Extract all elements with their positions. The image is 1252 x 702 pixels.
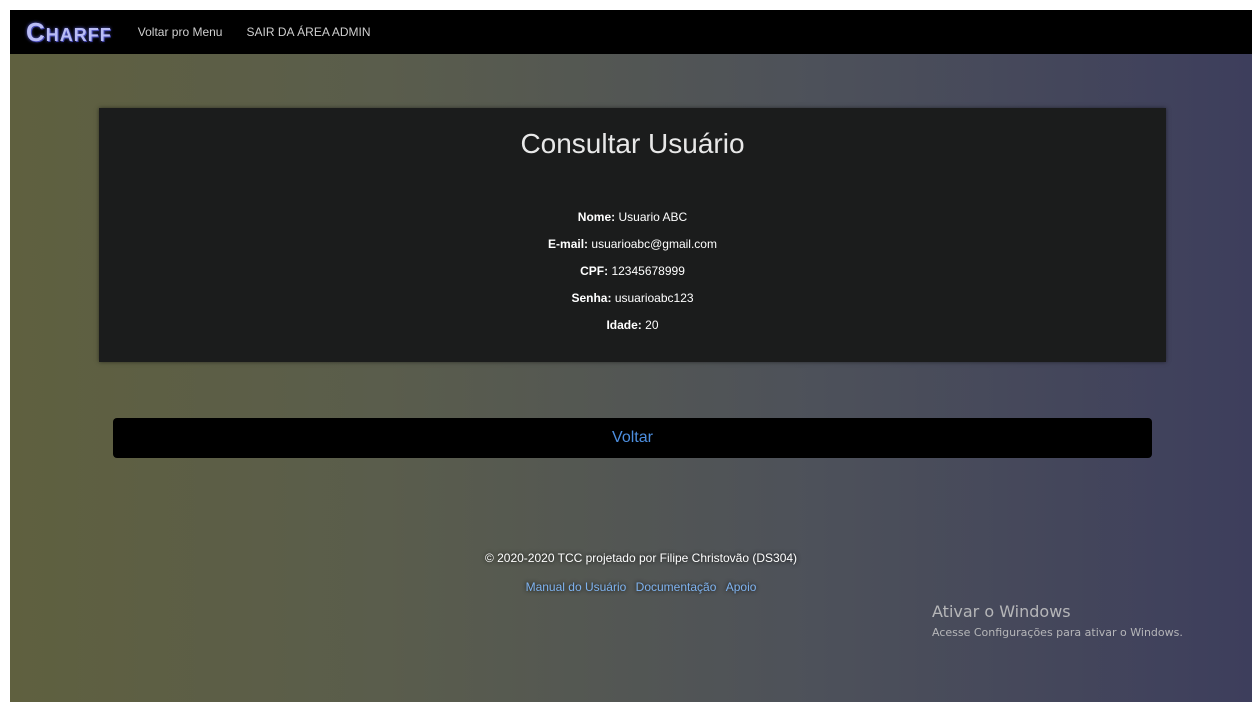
- footer-link-documentacao[interactable]: Documentação: [636, 580, 717, 594]
- nav-link-voltar-menu[interactable]: Voltar pro Menu: [138, 25, 223, 39]
- field-nome: Nome: Usuario ABC: [99, 210, 1166, 224]
- footer-link-manual[interactable]: Manual do Usuário: [526, 580, 627, 594]
- field-label: CPF:: [580, 264, 609, 278]
- field-senha: Senha: usuarioabc123: [99, 291, 1166, 305]
- windows-activation-title: Ativar o Windows: [932, 602, 1071, 621]
- field-label: E-mail:: [548, 237, 589, 251]
- user-details-card: Consultar Usuário Nome: Usuario ABC E-ma…: [99, 108, 1166, 362]
- field-label: Nome:: [577, 210, 616, 224]
- field-idade: Idade: 20: [99, 318, 1166, 332]
- field-email: E-mail: usuarioabc@gmail.com: [99, 237, 1166, 251]
- windows-activation-subtitle: Acesse Configurações para ativar o Windo…: [932, 626, 1183, 639]
- field-value: usuarioabc@gmail.com: [591, 237, 717, 251]
- brand-logo[interactable]: Charff: [26, 17, 112, 48]
- nav-link-sair-admin[interactable]: SAIR DA ÁREA ADMIN: [246, 25, 370, 39]
- field-label: Idade:: [606, 318, 642, 332]
- footer-copyright: © 2020-2020 TCC projetado por Filipe Chr…: [484, 551, 798, 565]
- footer-links: Manual do Usuário Documentação Apoio: [10, 580, 1252, 594]
- page-background: Charff Voltar pro Menu SAIR DA ÁREA ADMI…: [10, 10, 1252, 702]
- field-value: Usuario ABC: [618, 210, 688, 224]
- field-cpf: CPF: 12345678999: [99, 264, 1166, 278]
- field-value: 12345678999: [611, 264, 685, 278]
- field-label: Senha:: [571, 291, 612, 305]
- voltar-button[interactable]: Voltar: [113, 418, 1152, 458]
- page-title: Consultar Usuário: [520, 128, 745, 159]
- field-value: 20: [645, 318, 659, 332]
- navbar: Charff Voltar pro Menu SAIR DA ÁREA ADMI…: [10, 10, 1252, 54]
- field-value: usuarioabc123: [614, 291, 694, 305]
- footer-link-apoio[interactable]: Apoio: [726, 580, 757, 594]
